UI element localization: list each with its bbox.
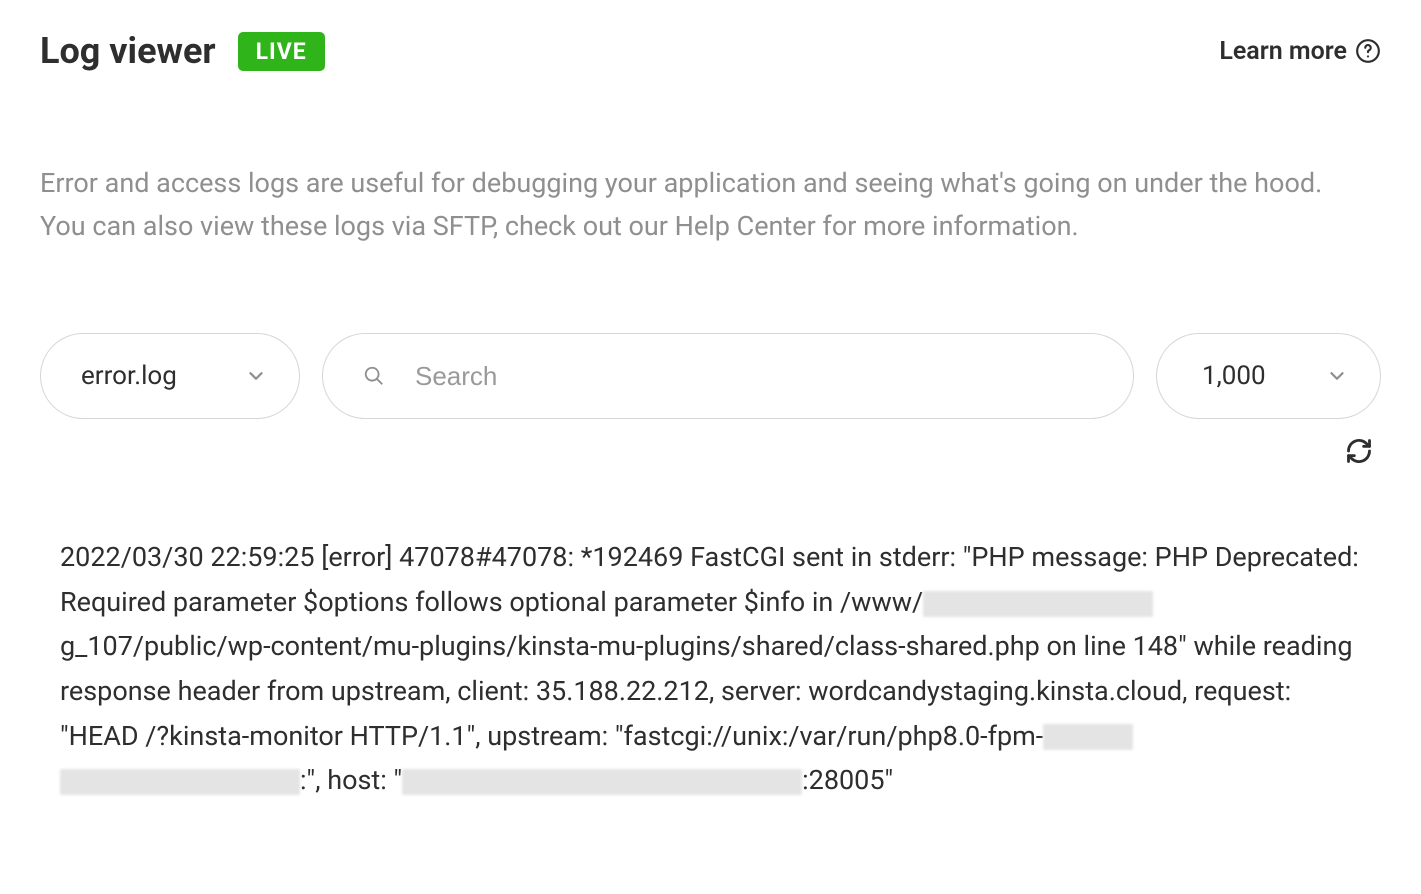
line-count-selected-label: 1,000 (1202, 361, 1266, 391)
refresh-icon[interactable] (1345, 437, 1373, 465)
live-badge: LIVE (238, 32, 325, 71)
log-text: :28005" (802, 764, 893, 796)
page-header: Log viewer LIVE Learn more (40, 30, 1381, 72)
learn-more-label: Learn more (1219, 37, 1347, 66)
search-field-wrapper (322, 333, 1134, 419)
help-icon (1355, 38, 1381, 64)
refresh-row (40, 437, 1381, 465)
log-file-select[interactable]: error.log (40, 333, 300, 419)
search-icon (363, 365, 385, 387)
chevron-down-icon (1326, 365, 1348, 387)
log-text: 2022/03/30 22:59:25 [error] 47078#47078:… (60, 541, 1359, 618)
chevron-down-icon (245, 365, 267, 387)
redacted-segment (60, 769, 300, 795)
redacted-segment (1043, 724, 1133, 750)
redacted-segment (923, 591, 1153, 617)
page-description: Error and access logs are useful for deb… (40, 162, 1340, 248)
learn-more-link[interactable]: Learn more (1219, 37, 1381, 66)
page-title: Log viewer (40, 30, 216, 72)
line-count-select[interactable]: 1,000 (1156, 333, 1381, 419)
log-text: :", host: " (300, 764, 402, 796)
log-text: g_107/public/wp-content/mu-plugins/kinst… (60, 630, 1353, 751)
title-group: Log viewer LIVE (40, 30, 325, 72)
search-input[interactable] (415, 361, 1093, 392)
log-file-selected-label: error.log (81, 361, 177, 391)
redacted-segment (402, 769, 802, 795)
log-output: 2022/03/30 22:59:25 [error] 47078#47078:… (40, 535, 1381, 802)
controls-row: error.log 1,000 (40, 333, 1381, 419)
